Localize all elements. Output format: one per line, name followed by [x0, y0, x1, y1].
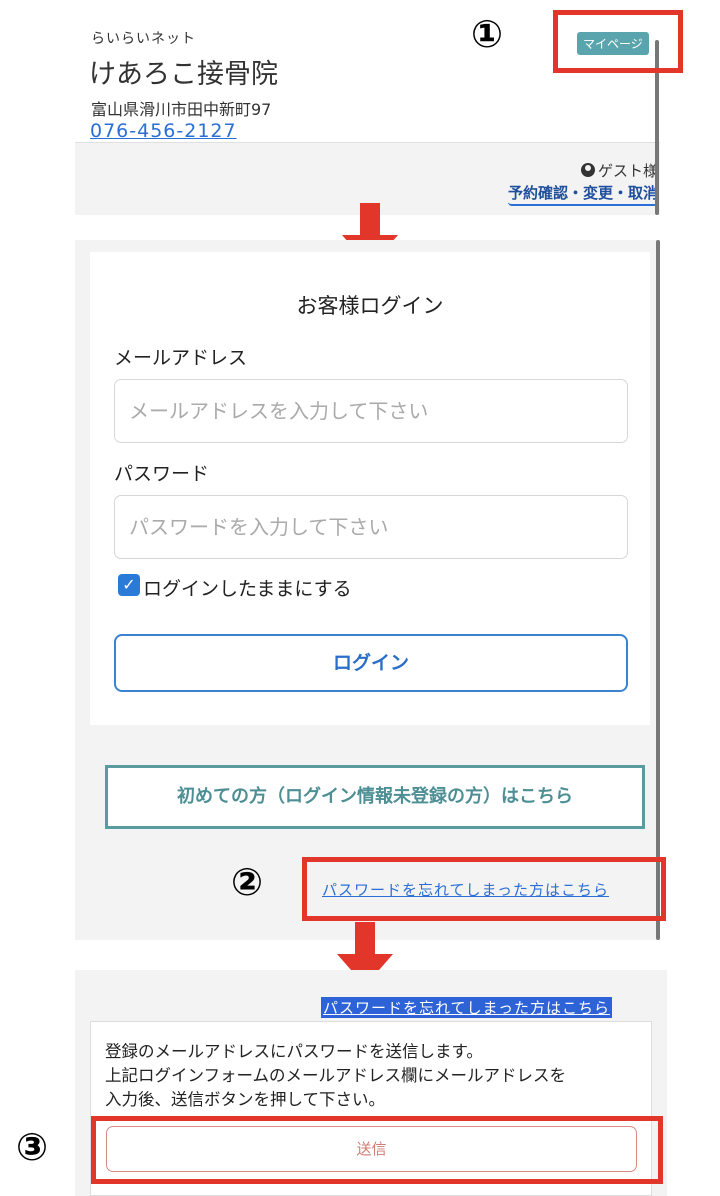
clinic-name: けあろこ接骨院 [89, 59, 278, 90]
login-card: お客様ログイン メールアドレス パスワード ✓ ログインしたままにする ログイン [90, 252, 650, 725]
email-input[interactable] [114, 379, 628, 443]
email-label: メールアドレス [114, 347, 248, 369]
login-panel: お客様ログイン メールアドレス パスワード ✓ ログインしたままにする ログイン… [75, 240, 660, 940]
phone-link[interactable]: 076-456-2127 [90, 120, 237, 142]
reset-message-line: 入力後、送信ボタンを押して下さい。 [105, 1090, 386, 1109]
annotation-box-3 [91, 1116, 663, 1184]
step-3-badge: ③ [16, 1125, 49, 1169]
login-title: お客様ログイン [296, 294, 444, 318]
guest-status: ゲスト様 [580, 160, 658, 181]
first-time-button[interactable]: 初めての方（ログイン情報未登録の方）はこちら [105, 765, 645, 829]
annotation-box-2 [302, 857, 666, 921]
remember-label[interactable]: ログインしたままにする [143, 574, 352, 601]
reset-message: 登録のメールアドレスにパスワードを送信します。 上記ログインフォームのメールアド… [105, 1040, 645, 1112]
reset-message-line: 上記ログインフォームのメールアドレス欄にメールアドレスを [105, 1066, 567, 1085]
reservation-manage-link[interactable]: 予約確認・変更・取消 [507, 182, 658, 206]
user-icon [580, 163, 595, 177]
step-1-badge: ① [471, 12, 504, 56]
guest-label: ゲスト様 [597, 162, 658, 180]
remember-checkbox[interactable]: ✓ [118, 574, 140, 596]
reset-message-line: 登録のメールアドレスにパスワードを送信します。 [105, 1042, 483, 1061]
scrollbar[interactable] [656, 240, 660, 940]
forgot-password-link-highlighted[interactable]: パスワードを忘れてしまった方はこちら [321, 997, 612, 1018]
password-label: パスワード [114, 463, 210, 485]
clinic-address: 富山県滑川市田中新町97 [91, 100, 272, 119]
brand-name: らいらいネット [91, 31, 196, 47]
password-input[interactable] [114, 495, 628, 559]
login-button[interactable]: ログイン [114, 634, 628, 692]
step-2-badge: ② [231, 860, 264, 904]
annotation-box-1 [553, 10, 683, 73]
